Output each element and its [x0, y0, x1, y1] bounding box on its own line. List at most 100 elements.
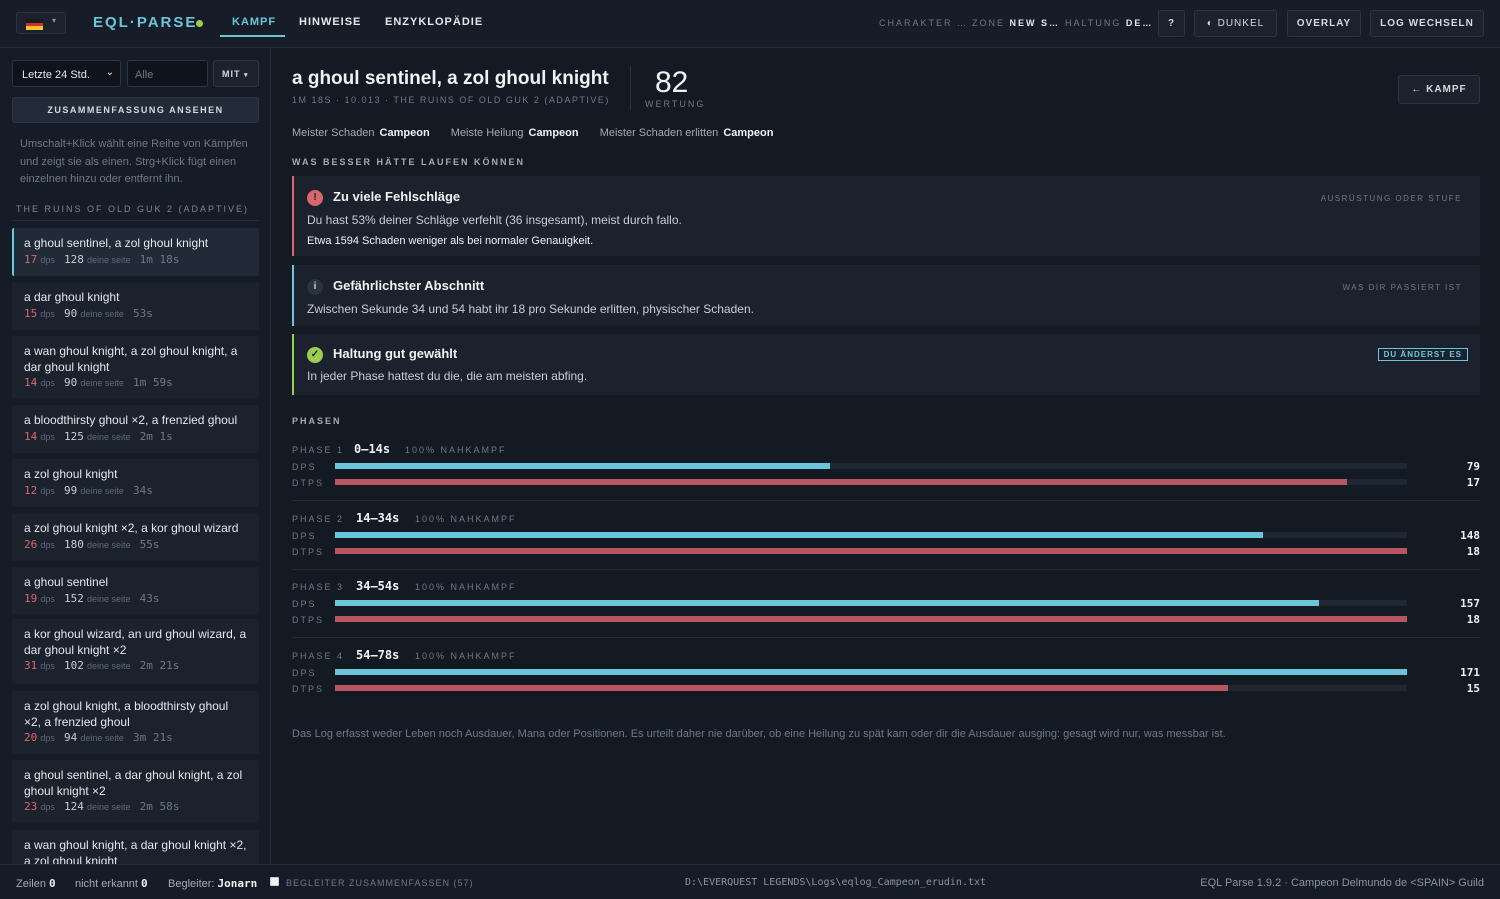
fight-dps: 20 [24, 731, 38, 744]
back-to-fight-button[interactable]: ← KAMPF [1398, 75, 1480, 104]
fight-list-item[interactable]: a zol ghoul knight 12 dps 99 deine seite … [12, 459, 259, 507]
fight-duration: 2m 1s [139, 429, 173, 443]
fight-duration: 43s [139, 591, 160, 605]
app-brand: EQL·PARSE [93, 14, 198, 31]
fight-title: a ghoul sentinel, a zol ghoul knight [24, 236, 209, 250]
switch-log-button[interactable]: LOG WECHSELN [1370, 10, 1484, 37]
fight-dps: 26 [24, 537, 38, 551]
fight-dps: 14 [24, 376, 38, 389]
phase-row: PHASE 2 14–34s 100% NAHKAMPF DPS 148 DTPS 18 [292, 511, 1480, 574]
zone-value: NEW S… [1009, 18, 1061, 28]
tab-kampf[interactable]: KAMPF [232, 16, 276, 28]
fight-list-item[interactable]: a zol ghoul knight, a bloodthirsty ghoul… [12, 691, 259, 754]
dtps-label: DTPS [292, 615, 325, 625]
help-button[interactable]: ? [1158, 10, 1185, 37]
side-unit: deine seite [86, 539, 131, 550]
dps-unit: dps [40, 539, 55, 550]
companion-value: Jonarn [217, 877, 258, 890]
fight-list-item[interactable]: a zol ghoul knight ×2, a kor ghoul wizar… [12, 513, 259, 561]
zone-heading: THE RUINS OF OLD GUK 2 (ADAPTIVE) [16, 204, 250, 214]
fight-dps: 15 [24, 306, 38, 320]
dps-unit: dps [40, 733, 55, 743]
dps-bar-track [335, 531, 1407, 538]
insight-card-misses: ! Zu viele Fehlschläge Du hast 53% deine… [292, 176, 1480, 256]
master-value: Campeon [528, 127, 579, 139]
dps-unit: dps [40, 378, 55, 388]
card-title: Haltung gut gewählt [333, 346, 458, 361]
phase-mode: 100% NAHKAMPF [405, 445, 507, 455]
phase-word: PHASE [292, 513, 333, 524]
fight-list-item[interactable]: a ghoul sentinel, a zol ghoul knight 17 d… [12, 228, 259, 276]
character-select[interactable]: CHARAKTER … [879, 18, 968, 28]
version-info: EQL Parse 1.9.2 · Campeon Delmundo de <S… [1200, 877, 1484, 889]
fight-list-item[interactable]: a dar ghoul knight 15 dps 90 deine seite … [12, 282, 259, 330]
alert-icon: ! [307, 190, 323, 206]
fight-duration: 3m 21s [133, 731, 173, 744]
fight-list-item[interactable]: a bloodthirsty ghoul ×2, a frenzied ghou… [12, 405, 259, 453]
fight-title: a zol ghoul knight [24, 467, 118, 481]
dtps-bar [335, 684, 1229, 691]
side-unit: deine seite [86, 593, 131, 604]
mit-label: MIT [222, 69, 241, 79]
phase-word: PHASE [292, 445, 333, 455]
dps-label: DPS [292, 530, 317, 541]
overlay-button[interactable]: OVERLAY [1287, 10, 1361, 37]
fight-list-item[interactable]: a kor ghoul wizard, an urd ghoul wizard,… [12, 619, 259, 684]
dps-bar [335, 600, 1320, 606]
side-unit: deine seite [80, 378, 124, 388]
phase-word: PHASE [292, 582, 333, 592]
fight-stats: 17 dps 128 deine seite 1m 18s [24, 253, 247, 266]
dtps-bar-track [335, 616, 1407, 622]
side-unit: deine seite [86, 802, 131, 812]
zone-select[interactable]: ZONE NEW S… [972, 18, 1060, 28]
mit-dropdown[interactable]: MIT ▾ [213, 60, 259, 87]
fight-duration: 2m 58s [139, 800, 180, 813]
fight-list-item[interactable]: a ghoul sentinel 19 dps 152 deine seite 4… [12, 567, 259, 615]
fight-dps: 23 [24, 800, 38, 813]
dtps-label: DTPS [292, 683, 325, 694]
dps-unit: dps [40, 254, 55, 265]
phase-number: 4 [337, 650, 345, 661]
lines-value: 0 [49, 877, 56, 890]
filter-input[interactable]: Alle [127, 60, 208, 87]
phase-label: PHASE 3 [292, 582, 344, 592]
fight-title: a kor ghoul wizard, an urd ghoul wizard,… [24, 627, 247, 657]
summary-button[interactable]: ZUSAMMENFASSUNG ANSEHEN [12, 97, 259, 123]
tab-enzyklopaedie[interactable]: ENZYKLOPÄDIE [385, 16, 483, 28]
dps-unit: dps [40, 485, 55, 496]
footnote: Das Log erfasst weder Leben noch Ausdaue… [292, 728, 1226, 740]
dps-label: DPS [292, 667, 317, 678]
fight-duration: 1m 59s [133, 376, 173, 389]
fight-side-dps: 152 [64, 591, 84, 605]
fight-stats: 14 dps 90 deine seite 1m 59s [24, 376, 247, 389]
time-range-select[interactable]: Letzte 24 Std. ⌄ [12, 60, 121, 87]
fight-list-item[interactable]: a ghoul sentinel, a dar ghoul knight, a … [12, 760, 259, 823]
merge-companion-checkbox[interactable] [270, 877, 279, 886]
check-icon: ✓ [307, 347, 323, 363]
fight-list-item[interactable]: a wan ghoul knight, a zol ghoul knight, … [12, 336, 259, 399]
phase-row: PHASE 4 54–78s 100% NAHKAMPF DPS 171 DTPS 15 [292, 647, 1480, 711]
stance-select[interactable]: HALTUNG DE… [1065, 18, 1153, 28]
time-range-value: Letzte 24 Std. [22, 69, 90, 81]
fight-side-dps: 124 [64, 800, 84, 813]
phase-divider [292, 568, 1480, 570]
card-tag: WAS DIR PASSIERT IST [1342, 283, 1462, 292]
tab-hinweise[interactable]: HINWEISE [299, 16, 361, 28]
phase-mode: 100% NAHKAMPF [415, 650, 517, 661]
fight-list-item[interactable]: a wan ghoul knight, a dar ghoul knight ×… [12, 830, 259, 864]
fight-duration: 2m 21s [139, 659, 180, 672]
merge-companion-label[interactable]: BEGLEITER ZUSAMMENFASSEN (57) [286, 878, 474, 888]
improvements-heading: WAS BESSER HÄTTE LAUFEN KÖNNEN [292, 157, 526, 167]
dtps-value: 15 [1466, 681, 1480, 695]
master-label: Meister Schaden erlitten [599, 127, 719, 139]
language-select[interactable]: ▾ [16, 12, 66, 34]
dps-unit: dps [40, 802, 55, 812]
theme-toggle-button[interactable]: ◐ DUNKEL [1194, 10, 1277, 37]
master-label: Meiste Heilung [450, 127, 524, 139]
score-label: WERTUNG [645, 99, 706, 109]
insight-card-danger: i Gefährlichster Abschnitt Zwischen Seku… [292, 265, 1480, 326]
insight-card-stance: ✓ Haltung gut gewählt In jeder Phase hat… [292, 334, 1480, 395]
phase-range: 54–78s [356, 647, 400, 662]
dtps-bar-track [335, 479, 1407, 485]
fight-meta: 1M 18S · 10.013 · THE RUINS OF OLD GUK 2… [292, 95, 610, 105]
